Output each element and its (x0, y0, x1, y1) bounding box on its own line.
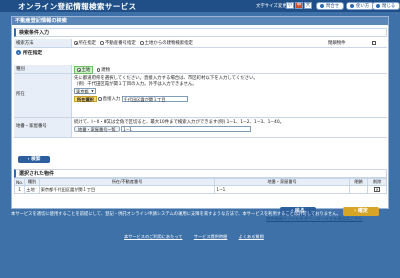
location-row: 所在 先に都道府県を選択してください。直接入力する場合は、市区町村以下を入力して… (14, 74, 387, 118)
row-delete-cell: ✕ (367, 185, 387, 194)
include-closed-checkbox[interactable] (372, 41, 376, 45)
selected-items-table: No. 種別 所在/不動産番号 地番・家屋番号 閉鎖 削除 1 土地 東京都千代… (13, 178, 387, 194)
location-circle-icon: › (16, 50, 21, 55)
radio-icon (77, 68, 81, 72)
search-panel: 不動産登記情報の検索 検索条件入力 検索方法 所在指定 不動産番号指定 土地から… (11, 16, 389, 221)
type-options: 土地 建物 (72, 65, 387, 74)
location-select-button[interactable]: 所在選択 (74, 95, 97, 102)
parcel-list-button[interactable]: 地番・家屋番号一覧 (74, 126, 120, 132)
font-size-small-button[interactable]: 小 (286, 2, 294, 9)
type-label: 種別 (14, 65, 72, 73)
table-header-row: No. 種別 所在/不動産番号 地番・家屋番号 閉鎖 削除 (13, 178, 387, 186)
radio-icon (74, 41, 78, 45)
col-type: 種別 (24, 178, 40, 186)
parcel-row: 地番・家屋番号 続けて、Ⅰ・Ⅱ・Ⅲ又は全角で区切ると、最大10件まで検索入力がで… (14, 118, 387, 138)
prefecture-select[interactable]: 東京都 (74, 88, 96, 94)
panel-title: 不動産登記情報の検索 (12, 17, 388, 25)
help-button[interactable]: 使い方 (346, 2, 375, 10)
app-title: オンライン登記情報検索サービス (18, 2, 137, 11)
search-method-options: 所在指定 不動産番号指定 土地からの建物検索指定 閉鎖物件 (72, 39, 387, 47)
row-type: 土地 (24, 185, 40, 194)
font-size-label: 文字サイズ変更 (256, 4, 287, 9)
contact-button[interactable]: 問合せ (316, 2, 345, 10)
footer-links: 本サービスのご利用にあたって サービス提供時間 よくある質問 (124, 234, 274, 240)
table-row: 1 土地 東京都千代田区霞が関１丁目 1−1 ✕ (13, 185, 387, 194)
close-button[interactable]: 閉じる (372, 2, 400, 10)
location-label: 所在 (14, 74, 72, 117)
row-no: 1 (13, 185, 26, 194)
header-bar: オンライン登記情報検索サービス 文字サイズ変更 小 中 大 問合せ 使い方 閉じ… (0, 0, 400, 12)
parcel-label: 地番・家屋番号 (14, 118, 72, 137)
usage-notice: 本サービスを適切に使用することを前提にして、登記・供託オンライン申請システムの運… (11, 212, 341, 217)
location-help-2: （例）千代田区霞が関１丁目の入力。外字は入力できません。 (74, 82, 197, 87)
parcel-help: 続けて、Ⅰ・Ⅱ・Ⅲ又は全角で区切ると、最大10件まで検索入力ができます(例) 1… (74, 120, 285, 125)
search-method-row: 検索方法 所在指定 不動産番号指定 土地からの建物検索指定 閉鎖物件 (14, 39, 387, 48)
help-label: 使い方 (356, 4, 370, 9)
col-closed: 閉鎖 (348, 178, 369, 186)
location-input[interactable]: 千代田区霞が関１丁目 (121, 95, 188, 102)
location-heading-text: 所在指定 (23, 51, 43, 56)
font-size-large-button[interactable]: 大 (304, 2, 312, 9)
footer-link-faq[interactable]: よくある質問 (239, 234, 264, 239)
search-condition-heading: 検索条件入力 (14, 28, 387, 37)
row-location: 東京都千代田区霞が関１丁目 (38, 185, 216, 194)
parcel-input[interactable]: 1−1 (121, 126, 252, 132)
col-parcel: 地番・家屋番号 (214, 178, 350, 186)
type-row: 種別 土地 建物 (14, 65, 387, 74)
footer-link-terms[interactable]: 本サービスのご利用にあたって (124, 234, 182, 239)
search-method-building[interactable]: 土地からの建物検索指定 (140, 41, 193, 46)
col-delete: 削除 (367, 178, 387, 186)
radio-icon (98, 97, 102, 101)
footer-link-hours[interactable]: サービス提供時間 (194, 234, 228, 239)
contact-label: 問合せ (326, 4, 340, 9)
direct-input-option[interactable]: 直接入力 (98, 97, 120, 102)
row-parcel: 1−1 (214, 185, 350, 194)
delete-icon[interactable]: ✕ (374, 187, 381, 192)
search-method-label: 検索方法 (14, 39, 72, 47)
radio-icon (96, 68, 101, 72)
close-label: 閉じる (382, 4, 396, 9)
search-button[interactable]: › 検索 (18, 156, 50, 163)
location-heading: › 所在指定 (14, 50, 387, 57)
search-method-number[interactable]: 不動産番号指定 (100, 41, 136, 46)
font-size-medium-button[interactable]: 中 (295, 2, 303, 9)
close-icon (376, 3, 380, 8)
row-closed (348, 185, 369, 194)
col-no: No. (13, 178, 26, 186)
radio-icon (100, 41, 104, 45)
search-method-location[interactable]: 所在指定 (74, 41, 96, 46)
col-location: 所在/不動産番号 (38, 178, 216, 186)
selected-items-heading: 選択された物件 (14, 169, 387, 178)
radio-icon (140, 41, 144, 45)
include-closed-label: 閉鎖物件 (328, 41, 346, 46)
info-icon (320, 3, 324, 8)
type-land-option[interactable]: 土地 (74, 66, 94, 74)
question-icon (350, 3, 354, 8)
type-building-option[interactable]: 建物 (96, 68, 110, 73)
location-value-area: 先に都道府県を選択してください。直接入力する場合は、市区町村以下を入力してくださ… (72, 74, 387, 117)
parcel-value-area: 続けて、Ⅰ・Ⅱ・Ⅲ又は全角で区切ると、最大10件まで検索入力ができます(例) 1… (72, 118, 387, 137)
